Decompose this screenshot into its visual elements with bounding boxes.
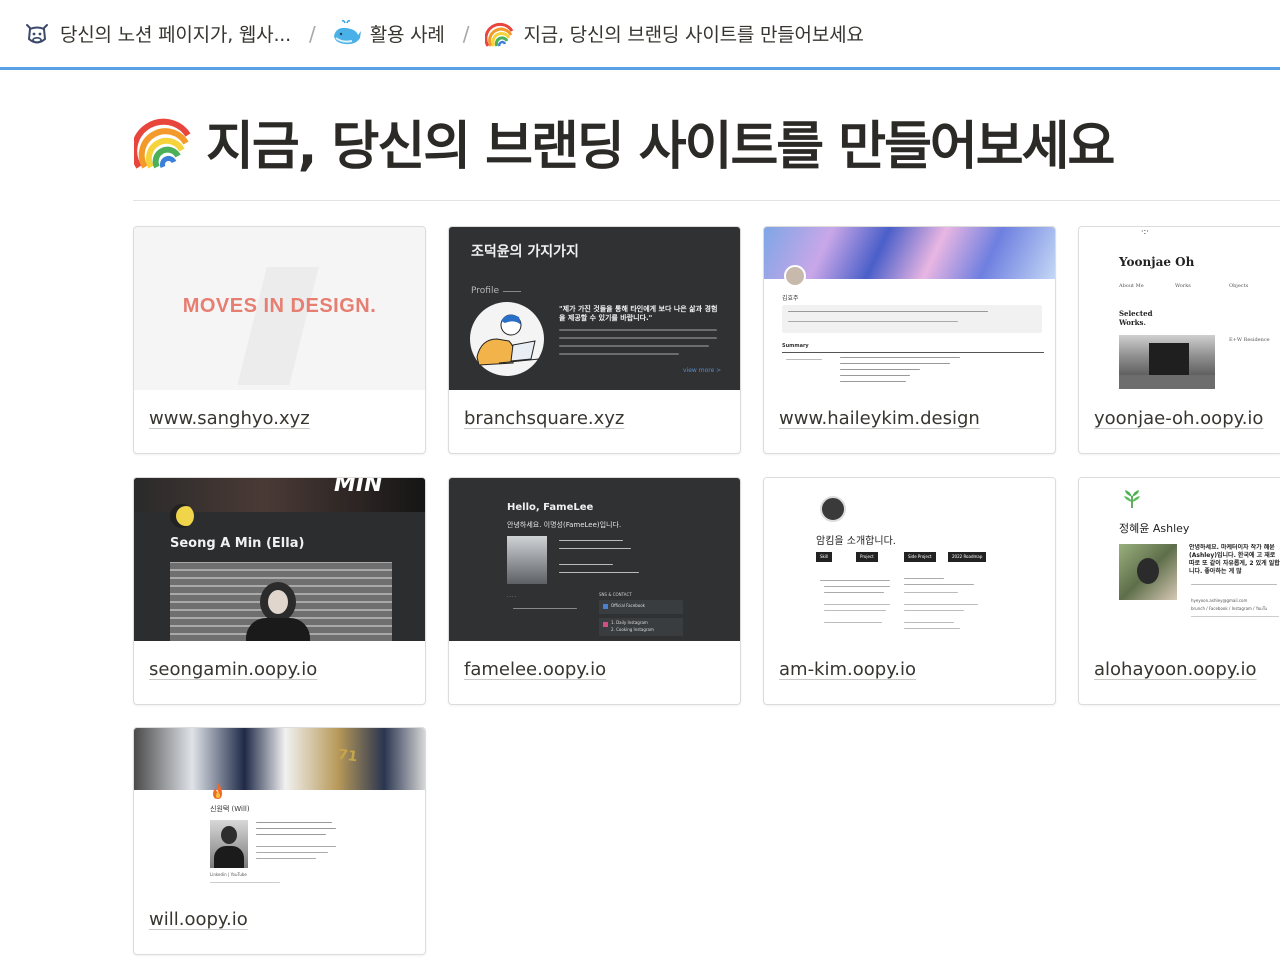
cover-image [134, 728, 425, 790]
preview-headline: 조덕윤의 가지가지 [471, 244, 579, 260]
card-preview: 김효주 Summary [764, 227, 1055, 390]
decorative-shape [237, 267, 319, 385]
gallery-card-sanghyo[interactable]: MOVES IN DESIGN. www.sanghyo.xyz [133, 226, 426, 454]
card-link[interactable]: seongamin.oopy.io [149, 659, 317, 680]
card-link[interactable]: alohayoon.oopy.io [1094, 659, 1257, 680]
card-preview: MOVES IN DESIGN. [134, 227, 425, 390]
breadcrumb-item-current[interactable]: 지금, 당신의 브랜딩 사이트를 만들어보세요 [481, 16, 867, 52]
preview-headline: Yoonjae Oh [1119, 255, 1195, 269]
card-preview: 71 신원택 (Will) Linkedin | YouTube [134, 728, 425, 891]
card-link[interactable]: yoonjae-oh.oopy.io [1094, 408, 1263, 429]
preview-link: view more > [683, 367, 722, 374]
preview-links: brunch / Facebook / Instagram / YouTu [1191, 606, 1268, 611]
gallery-card-famelee[interactable]: Hello, FameLee 안녕하세요. 이명성(FameLee)입니다. ·… [448, 477, 741, 705]
card-link[interactable]: www.sanghyo.xyz [149, 408, 310, 429]
preview-nav-objects: Objects [1229, 283, 1249, 289]
rainbow-icon [485, 19, 515, 49]
preview-email: hyeyoon.ashley@gmail.com [1191, 598, 1248, 603]
avatar [784, 265, 806, 287]
card-preview: 정혜윤 Ashley 안녕하세요. 마케터이자 작가 혜윤(Ashley)입니다… [1079, 478, 1280, 641]
breadcrumb-item-home[interactable]: 당신의 노션 페이지가, 웹사... [18, 16, 295, 52]
preview-section: Summary [782, 343, 809, 349]
gallery-card-haileykim[interactable]: 김효주 Summary www.haileykim.design [763, 226, 1056, 454]
whale-icon [332, 19, 362, 49]
card-link[interactable]: am-kim.oopy.io [779, 659, 916, 680]
preview-quote: "제가 가진 것들을 통해 타인에게 보다 나은 삶과 경험을 제공할 수 있기… [559, 305, 718, 322]
card-link[interactable]: will.oopy.io [149, 909, 248, 930]
breadcrumb-separator: / [462, 21, 470, 46]
breadcrumb-separator: / [308, 21, 316, 46]
page-header: 지금, 당신의 브랜딩 사이트를 만들어보세요 [131, 104, 1115, 179]
breadcrumb-label: 활용 사례 [369, 24, 445, 46]
moon-icon [170, 504, 194, 528]
card-preview: MIN Seong A Min (Ella) [134, 478, 425, 641]
page-title: 지금, 당신의 브랜딩 사이트를 만들어보세요 [206, 117, 1115, 177]
preview-intro: 안녕하세요. 마케터이자 작가 혜윤(Ashley)입니다. 한국에 고 재로 … [1189, 544, 1280, 575]
gallery-card-alohayoon[interactable]: 정혜윤 Ashley 안녕하세요. 마케터이자 작가 혜윤(Ashley)입니다… [1078, 477, 1280, 705]
card-preview: 암킴을 소개합니다. Skill Project Side Project 20… [764, 478, 1055, 641]
rainbow-icon [131, 113, 192, 171]
decorative-line [782, 352, 1044, 353]
preview-headline: MOVES IN DESIGN. [182, 295, 377, 317]
preview-headline: 정혜윤 Ashley [1119, 522, 1190, 535]
callout-box [782, 305, 1042, 333]
breadcrumb-label: 지금, 당신의 브랜딩 사이트를 만들어보세요 [523, 24, 864, 46]
card-preview: ·:· Yoonjae Oh About Me Works Objects Se… [1079, 227, 1280, 390]
illustration-person-laptop [470, 302, 544, 376]
breadcrumb-label: 당신의 노션 페이지가, 웹사... [60, 24, 291, 46]
preview-section: Profile [471, 286, 499, 296]
preview-nav-about: About Me [1119, 283, 1144, 289]
preview-photo [507, 536, 547, 584]
preview-tag: 2022 Roadmap [948, 552, 987, 562]
gallery-card-seongamin[interactable]: MIN Seong A Min (Ella) seongamin.oopy.io [133, 477, 426, 705]
cover-lettering: MIN [334, 478, 383, 497]
preview-name: 신원택 (Will) [210, 805, 250, 813]
preview-section: Selected Works. [1119, 309, 1153, 327]
cow-icon [22, 19, 52, 49]
card-preview: 조덕윤의 가지가지 Profile "제가 가진 것들을 통해 타인에게 보다 … [449, 227, 740, 390]
decorative-line [503, 291, 521, 292]
breadcrumb: 당신의 노션 페이지가, 웹사... / 활용 사례 / 지금, 당신의 브랜딩… [0, 0, 1280, 70]
fire-icon [213, 783, 222, 799]
preview-intro: 안녕하세요. 이명성(FameLee)입니다. [507, 521, 622, 529]
preview-photo [210, 820, 248, 868]
preview-photo [1119, 335, 1215, 389]
preview-links: Linkedin | YouTube [210, 872, 247, 877]
logo-mark: ·:· [1141, 227, 1149, 236]
preview-name: 김효주 [782, 295, 799, 302]
leaf-icon [1124, 490, 1140, 508]
cover-jersey-number: 71 [336, 746, 359, 766]
preview-tag: Skill [816, 552, 833, 562]
gallery-card-will[interactable]: 71 신원택 (Will) Linkedin | YouTube will.oo… [133, 727, 426, 955]
preview-headline: Hello, FameLee [507, 502, 594, 513]
contact-item-instagram: 1. Daily Instagram 2. Cooking Instagram [599, 618, 683, 636]
preview-photo [1119, 544, 1177, 600]
preview-contact-heading: SNS & CONTACT [599, 592, 632, 597]
card-preview: Hello, FameLee 안녕하세요. 이명성(FameLee)입니다. ·… [449, 478, 740, 641]
gallery-card-yoonjae-oh[interactable]: ·:· Yoonjae Oh About Me Works Objects Se… [1078, 226, 1280, 454]
card-link[interactable]: branchsquare.xyz [464, 408, 624, 429]
contact-item-facebook: Official Facebook [599, 600, 683, 614]
preview-caption: E+W Residence [1229, 337, 1270, 343]
preview-tag: Project [856, 552, 878, 562]
preview-headline: Seong A Min (Ella) [170, 536, 305, 551]
breadcrumb-item-use-cases[interactable]: 활용 사례 [328, 16, 449, 52]
cover-image [764, 227, 1055, 279]
card-link[interactable]: www.haileykim.design [779, 408, 980, 429]
preview-headline: 암킴을 소개합니다. [816, 536, 896, 547]
preview-tag: Side Project [904, 552, 936, 562]
preview-nav-works: Works [1175, 283, 1191, 289]
preview-photo [170, 562, 392, 641]
card-link[interactable]: famelee.oopy.io [464, 659, 606, 680]
gallery-card-am-kim[interactable]: 암킴을 소개합니다. Skill Project Side Project 20… [763, 477, 1056, 705]
divider [133, 200, 1280, 201]
gallery-card-branchsquare[interactable]: 조덕윤의 가지가지 Profile "제가 가진 것들을 통해 타인에게 보다 … [448, 226, 741, 454]
avatar [820, 496, 846, 522]
